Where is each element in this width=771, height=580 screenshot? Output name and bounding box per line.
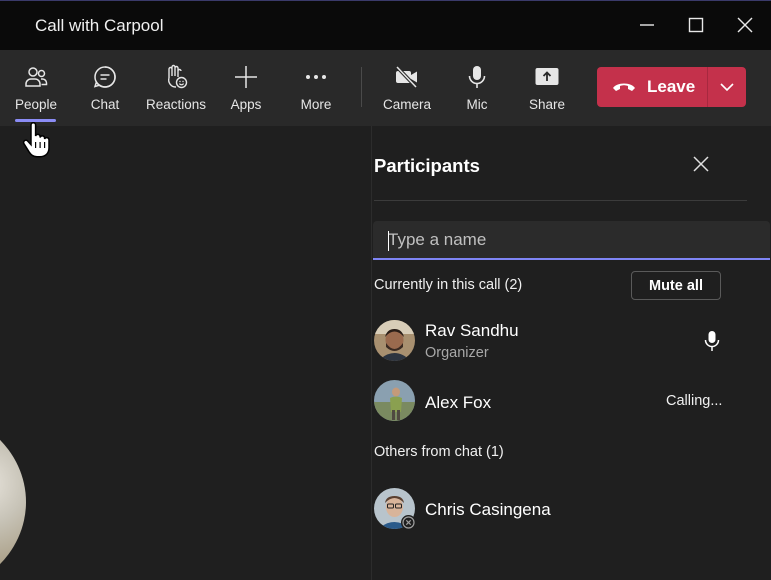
mic-button[interactable]: Mic [455,50,499,126]
apps-button[interactable]: Apps [224,50,268,126]
text-caret [388,231,389,251]
hand-cursor-icon [22,122,50,158]
video-stage [0,126,371,580]
avatar [374,380,415,421]
in-call-section-label: Currently in this call (2) [374,277,523,293]
title-bar: Call with Carpool [0,0,771,50]
offline-icon [401,515,416,530]
participant-search-input[interactable] [373,221,770,258]
leave-options-button[interactable] [708,67,746,107]
avatar [374,320,415,361]
people-label: People [14,97,58,112]
camera-label: Camera [382,97,431,112]
maximize-icon[interactable] [682,11,710,39]
participant-row[interactable]: Alex Fox Calling... [374,380,754,424]
people-icon [22,63,50,91]
chat-label: Chat [90,97,120,112]
leave-button-group: Leave [597,67,746,107]
mute-all-button[interactable]: Mute all [631,271,721,300]
camera-off-icon [393,63,421,91]
chat-button[interactable]: Chat [83,50,127,126]
leave-label: Leave [647,77,696,96]
reactions-label: Reactions [145,97,207,112]
participant-name: Chris Casingena [425,500,551,519]
more-button[interactable]: More [294,50,338,126]
chevron-down-icon [720,83,734,92]
share-button[interactable]: Share [525,50,569,126]
participant-video-avatar [0,408,26,580]
search-box [373,221,770,260]
close-icon[interactable] [731,11,759,39]
reactions-button[interactable]: Reactions [144,50,208,126]
camera-button[interactable]: Camera [380,50,434,126]
share-icon [533,63,561,91]
participant-name: Alex Fox [425,393,492,412]
panel-close-button[interactable] [690,153,712,175]
participant-row[interactable]: Chris Casingena [374,488,754,532]
close-icon [693,156,709,172]
apps-label: Apps [230,97,262,112]
calling-status: Calling... [666,393,723,409]
mic-icon [463,63,491,91]
toolbar-separator [361,67,362,107]
hang-up-icon [613,83,635,91]
participant-role: Organizer [425,345,489,361]
panel-title: Participants [374,155,480,176]
people-button[interactable]: People [10,50,62,126]
call-toolbar: People Chat Reactions Apps More Camera M… [0,50,771,126]
share-label: Share [528,97,566,112]
others-section-label: Others from chat (1) [374,444,504,460]
mic-label: Mic [466,97,488,112]
chat-icon [91,63,119,91]
mic-icon [704,331,720,351]
plus-icon [232,63,260,91]
participant-row[interactable]: Rav Sandhu Organizer [374,320,754,364]
more-label: More [300,97,332,112]
minimize-icon[interactable] [633,11,661,39]
more-icon [302,63,330,91]
participant-name: Rav Sandhu [425,321,519,340]
panel-divider [374,200,747,201]
raise-hand-icon [162,63,190,91]
participants-panel: Participants Currently in this call (2) … [371,126,771,580]
leave-button[interactable]: Leave [597,67,707,107]
window-title: Call with Carpool [35,16,164,35]
